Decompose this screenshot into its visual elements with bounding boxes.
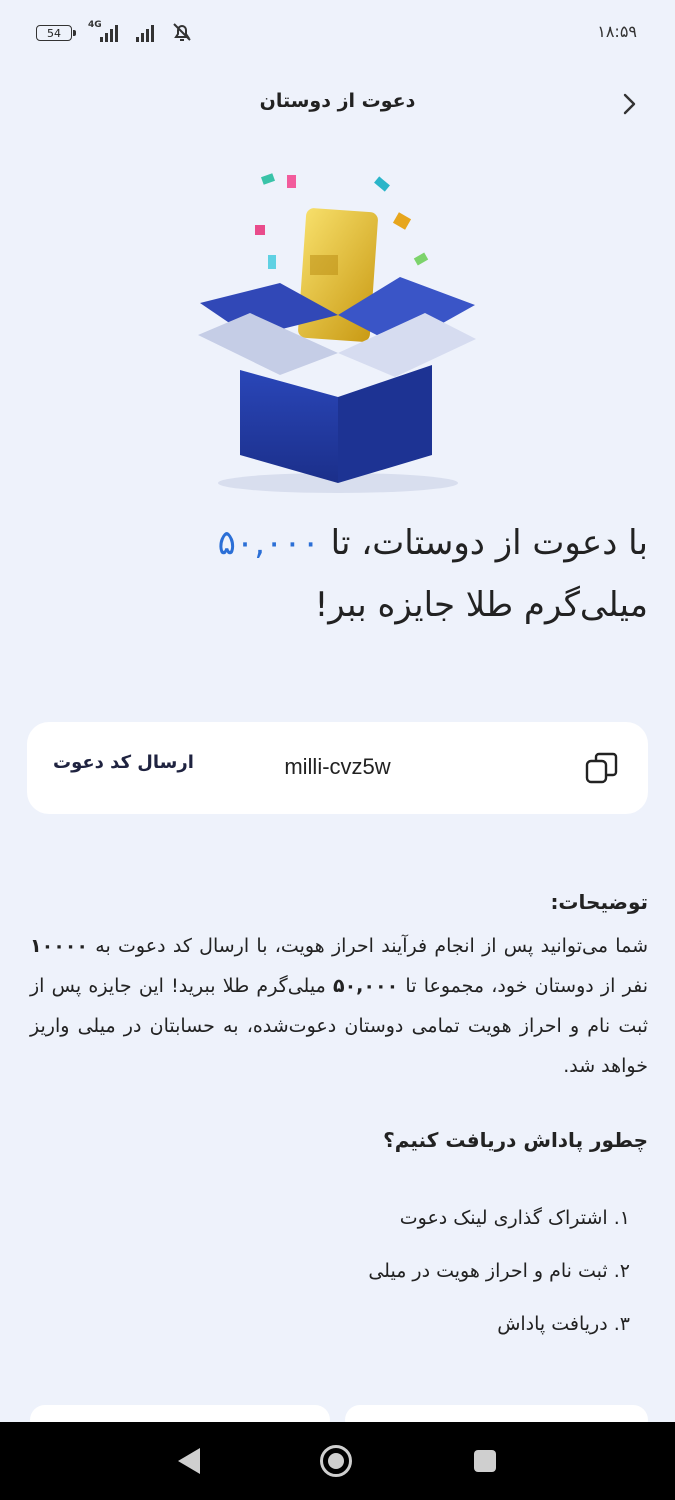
how-to-title: چطور پاداش دریافت کنیم؟ (383, 1128, 648, 1152)
nav-recents-icon[interactable] (474, 1450, 496, 1472)
description-part-2: نفر از دوستان خود، مجموعا تا (398, 975, 648, 997)
nav-back-icon[interactable] (178, 1448, 200, 1474)
signal-icon (100, 24, 118, 42)
page-title: دعوت از دوستان (259, 90, 416, 112)
headline-line-2: میلی‌گرم طلا جایزه ببر! (314, 585, 648, 625)
system-nav-bar (0, 1422, 675, 1500)
copy-icon[interactable] (582, 748, 622, 788)
description-title: توضیحات: (550, 890, 648, 914)
headline-line-1: با دعوت از دوستات، تا ۵۰,۰۰۰ (30, 512, 648, 574)
headline-text: با دعوت از دوستات، تا (319, 523, 648, 563)
battery-icon: 54 (36, 25, 76, 41)
description-text: شما می‌توانید پس از انجام فرآیند احراز ه… (30, 926, 648, 1086)
bell-muted-icon (173, 23, 191, 41)
header: دعوت از دوستان (0, 72, 675, 136)
description-amount: ۵۰,۰۰۰ (332, 975, 399, 997)
step-item: ۳. دریافت پاداش (497, 1313, 630, 1335)
description-part-1: شما می‌توانید پس از انجام فرآیند احراز ه… (87, 935, 648, 957)
steps-list: ۱. اشتراک گذاری لینک دعوت ۲. ثبت نام و ا… (368, 1196, 630, 1355)
nav-home-icon[interactable] (320, 1445, 352, 1477)
step-item: ۱. اشتراک گذاری لینک دعوت (399, 1207, 630, 1229)
back-chevron-icon[interactable] (613, 88, 645, 120)
gift-box-illustration (198, 173, 476, 493)
invite-code-card: ارسال کد دعوت milli-cvz5w (27, 722, 648, 814)
signal-icon-2 (136, 24, 154, 42)
headline-amount: ۵۰,۰۰۰ (217, 523, 320, 563)
description-count: ۱۰۰۰۰ (30, 935, 88, 957)
invite-code: milli-cvz5w (284, 754, 391, 779)
status-bar: 54 4G ۱۸:۵۹ (0, 0, 675, 64)
headline: با دعوت از دوستات، تا ۵۰,۰۰۰ میلی‌گرم طل… (30, 512, 648, 636)
clock: ۱۸:۵۹ (597, 22, 637, 41)
step-item: ۲. ثبت نام و احراز هویت در میلی (368, 1260, 630, 1282)
